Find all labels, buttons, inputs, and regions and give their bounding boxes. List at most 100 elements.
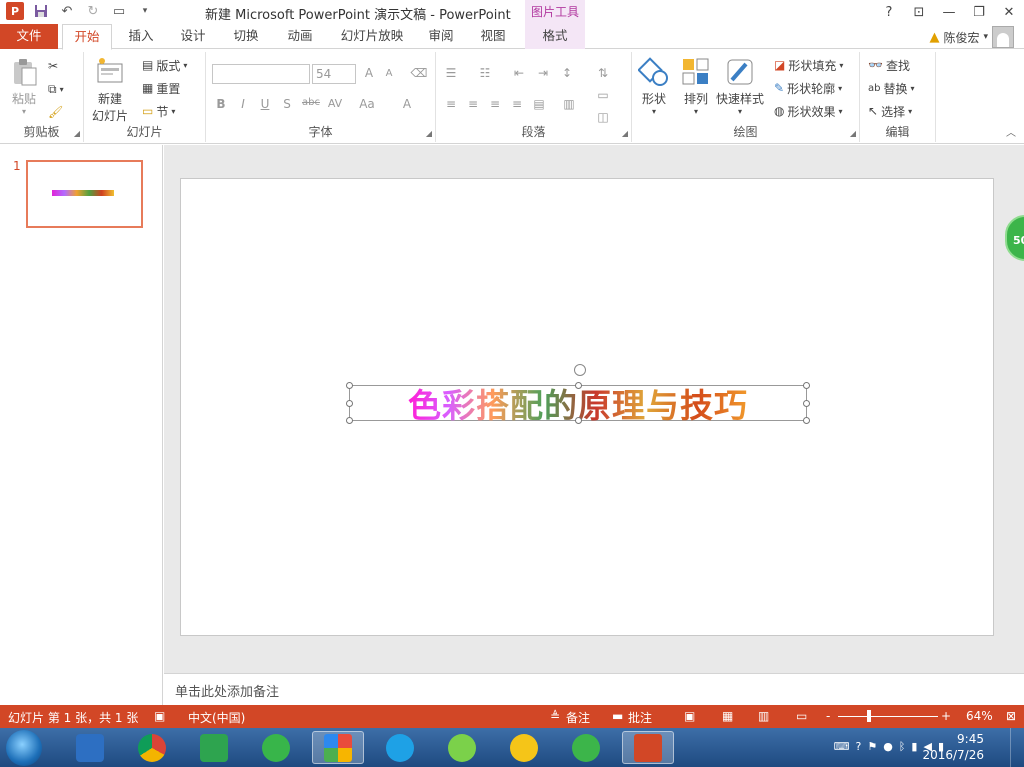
notes-pane[interactable]: 单击此处添加备注: [164, 673, 1024, 705]
save-icon[interactable]: [32, 2, 50, 20]
copy-icon[interactable]: ⧉ ▾: [48, 79, 64, 99]
ribbon-display-options-icon[interactable]: ⊡: [904, 0, 934, 24]
justify-icon[interactable]: ≡: [508, 97, 526, 111]
shadow-button[interactable]: S: [278, 97, 296, 111]
dialog-launcher-icon[interactable]: ◢: [622, 129, 628, 138]
title-wordart[interactable]: 色彩搭配的原理与技巧: [346, 364, 810, 425]
change-case-button[interactable]: Aa: [356, 97, 378, 111]
character-spacing-button[interactable]: AV: [324, 97, 346, 110]
resize-handle[interactable]: [346, 400, 353, 407]
powerpoint-logo-icon[interactable]: P: [6, 2, 24, 20]
dialog-launcher-icon[interactable]: ◢: [850, 129, 856, 138]
user-account[interactable]: ▲ 陈俊宏 ▾: [929, 26, 1014, 48]
restore-icon[interactable]: ❐: [964, 0, 994, 24]
align-center-icon[interactable]: ≡: [464, 97, 482, 111]
zoom-out-button[interactable]: -: [826, 709, 830, 723]
strikethrough-button[interactable]: abc: [300, 97, 322, 108]
tab-design[interactable]: 设计: [170, 24, 216, 49]
taskbar-app-security[interactable]: [560, 731, 612, 764]
comments-icon[interactable]: ▬: [612, 709, 623, 723]
taskbar-app-ie[interactable]: [374, 731, 426, 764]
numbering-icon[interactable]: ☷: [476, 66, 494, 80]
italic-button[interactable]: I: [234, 97, 252, 111]
slide-canvas[interactable]: 色彩搭配的原理与技巧: [180, 178, 994, 636]
tab-home[interactable]: 开始: [62, 24, 112, 50]
bold-button[interactable]: B: [212, 97, 230, 111]
smartart-icon[interactable]: ◫: [594, 110, 612, 124]
resize-handle[interactable]: [346, 417, 353, 424]
align-left-icon[interactable]: ≡: [442, 97, 460, 111]
slide-sorter-icon[interactable]: ▦: [722, 709, 733, 723]
quick-styles-button[interactable]: 快速样式 ▾: [716, 56, 764, 116]
customize-qat-icon[interactable]: ▾: [136, 2, 154, 20]
tab-slideshow[interactable]: 幻灯片放映: [332, 24, 412, 49]
text-direction-icon[interactable]: ⇅: [594, 66, 612, 80]
shrink-font-button[interactable]: A: [380, 68, 398, 79]
arrange-button[interactable]: 排列 ▾: [680, 56, 712, 116]
align-right-icon[interactable]: ≡: [486, 97, 504, 111]
distributed-icon[interactable]: ▤: [530, 97, 548, 111]
notes-toggle[interactable]: 备注: [566, 709, 590, 726]
show-desktop-button[interactable]: [1010, 728, 1024, 767]
font-color-button[interactable]: A: [398, 97, 416, 111]
resize-handle[interactable]: [803, 417, 810, 424]
comments-toggle[interactable]: 批注: [628, 709, 652, 726]
cut-icon[interactable]: ✂: [48, 56, 58, 76]
resize-handle[interactable]: [575, 382, 582, 389]
format-painter-icon[interactable]: 🖌: [48, 102, 63, 122]
clear-formatting-icon[interactable]: ⌫: [410, 66, 428, 80]
shape-effects-button[interactable]: ◍ 形状效果 ▾: [774, 101, 843, 121]
normal-view-icon[interactable]: ▣: [684, 709, 695, 723]
font-size-combo[interactable]: 54: [312, 64, 356, 84]
zoom-slider-thumb[interactable]: [867, 710, 871, 722]
spell-check-icon[interactable]: ▣: [154, 709, 165, 723]
taskbar-app-wechat[interactable]: [436, 731, 488, 764]
taskbar-app-browser[interactable]: [250, 731, 302, 764]
new-slide-button[interactable]: 新建 幻灯片: [92, 56, 128, 124]
zoom-slider[interactable]: [838, 716, 938, 717]
underline-button[interactable]: U: [256, 97, 274, 111]
start-button[interactable]: [6, 730, 42, 766]
replace-button[interactable]: ab 替换 ▾: [868, 78, 915, 98]
taskbar-app-puzzle[interactable]: [312, 731, 364, 764]
taskbar-app-chrome[interactable]: [126, 731, 178, 764]
dialog-launcher-icon[interactable]: ◢: [426, 129, 432, 138]
find-button[interactable]: 👓 查找: [868, 55, 910, 75]
resize-handle[interactable]: [575, 417, 582, 424]
taskbar-app-explorer[interactable]: [64, 731, 116, 764]
zoom-level[interactable]: 64%: [966, 709, 993, 723]
select-button[interactable]: ↖ 选择 ▾: [868, 101, 912, 121]
slide-thumbnail[interactable]: [26, 160, 143, 228]
qq-icon[interactable]: ●: [883, 740, 893, 753]
shapes-button[interactable]: 形状 ▾: [638, 56, 670, 116]
taskbar-app-powerpoint[interactable]: [622, 731, 674, 764]
layout-button[interactable]: ▤ 版式 ▾: [142, 55, 187, 75]
bluetooth-icon[interactable]: ᛒ: [899, 740, 906, 753]
font-name-combo[interactable]: [212, 64, 310, 84]
columns-icon[interactable]: ▥: [560, 97, 578, 111]
close-icon[interactable]: ✕: [994, 0, 1024, 24]
flag-icon[interactable]: ⚑: [867, 740, 877, 753]
line-spacing-icon[interactable]: ↕: [558, 66, 576, 80]
dialog-launcher-icon[interactable]: ◢: [74, 129, 80, 138]
tab-insert[interactable]: 插入: [118, 24, 164, 49]
reset-button[interactable]: ▦ 重置: [142, 78, 180, 98]
keyboard-icon[interactable]: ⌨: [834, 740, 850, 753]
notes-toggle-icon[interactable]: ≜: [550, 709, 560, 723]
redo-icon[interactable]: ↻: [84, 2, 102, 20]
shape-outline-button[interactable]: ✎ 形状轮廓 ▾: [774, 78, 842, 98]
battery-icon[interactable]: ▮: [911, 740, 917, 753]
undo-icon[interactable]: ↶: [58, 2, 76, 20]
clock[interactable]: 9:45 2016/7/26: [922, 731, 984, 763]
tab-file[interactable]: 文件: [0, 24, 58, 49]
help-button[interactable]: ?: [874, 0, 904, 24]
language[interactable]: 中文(中国): [188, 709, 245, 726]
resize-handle[interactable]: [803, 382, 810, 389]
rotate-handle-icon[interactable]: [574, 364, 586, 376]
reading-view-icon[interactable]: ▥: [758, 709, 769, 723]
increase-indent-icon[interactable]: ⇥: [534, 66, 552, 80]
tab-review[interactable]: 审阅: [418, 24, 464, 49]
taskbar-app-green[interactable]: [188, 731, 240, 764]
shape-fill-button[interactable]: ◪ 形状填充 ▾: [774, 55, 843, 75]
paste-button[interactable]: 粘贴 ▾: [8, 56, 40, 116]
